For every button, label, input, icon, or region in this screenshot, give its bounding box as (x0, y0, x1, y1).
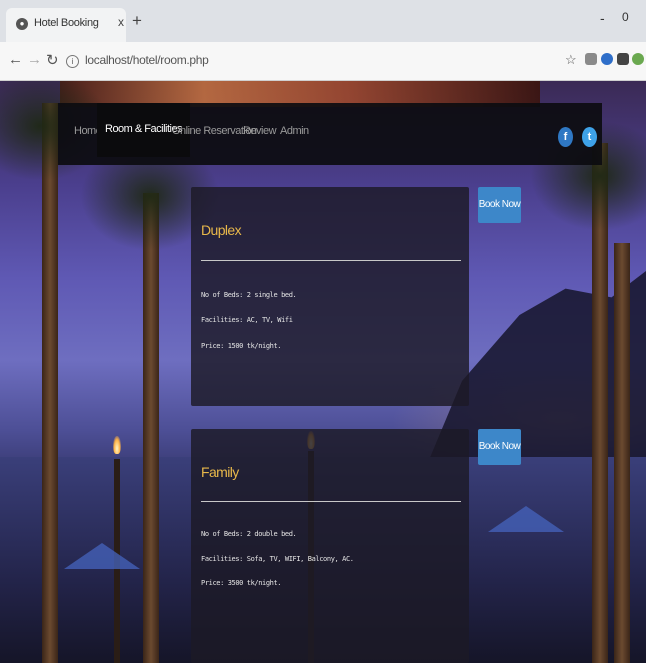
info-icon[interactable]: i (66, 55, 79, 68)
facebook-icon[interactable]: f (558, 127, 573, 147)
divider (201, 501, 461, 502)
nav-admin[interactable]: Admin (280, 125, 309, 137)
room-beds: No of Beds: 2 single bed. (201, 291, 297, 299)
room-price: Price: 1500 tk/night. (201, 342, 282, 350)
palm-trunk (42, 103, 58, 663)
room-facilities: Facilities: Sofa, TV, WIFI, Balcony, AC. (201, 555, 354, 563)
browser-tab[interactable]: ● Hotel Booking x (6, 8, 126, 42)
tab-close-button[interactable]: x (118, 15, 124, 29)
room-facilities: Facilities: AC, TV, Wifi (201, 316, 293, 324)
nav-review[interactable]: Review (243, 125, 277, 137)
torch-flame (113, 436, 121, 454)
url-field[interactable]: i localhost/hotel/room.php (66, 53, 209, 68)
puzzle-icon[interactable] (617, 53, 629, 65)
site-navbar: Home Room & Facilities Online Reservatio… (58, 103, 602, 165)
star-icon[interactable]: ☆ (565, 52, 577, 68)
url-text: localhost/hotel/room.php (85, 53, 209, 67)
forward-icon[interactable]: → (27, 51, 42, 68)
twitter-icon[interactable]: t (582, 127, 597, 147)
room-name: Duplex (201, 222, 242, 238)
room-card-duplex: Duplex No of Beds: 2 single bed. Facilit… (191, 187, 469, 406)
window-restore-button[interactable]: 0 (622, 10, 629, 24)
book-now-button[interactable]: Book Now (478, 187, 521, 223)
window-minimize-button[interactable]: - (600, 10, 605, 26)
room-price: Price: 3500 tk/night. (201, 579, 282, 587)
beach-umbrella (488, 506, 564, 532)
divider (201, 260, 461, 261)
browser-tab-strip: ● Hotel Booking x + - 0 (0, 0, 646, 42)
palm-trunk (614, 243, 630, 663)
room-card-family: Family No of Beds: 2 double bed. Facilit… (191, 429, 469, 663)
beach-umbrella (64, 543, 140, 569)
reload-icon[interactable]: ↻ (46, 51, 59, 69)
address-bar: ← → ↻ i localhost/hotel/room.php ☆ (0, 42, 646, 81)
palm-trunk (143, 193, 159, 663)
book-now-button[interactable]: Book Now (478, 429, 521, 465)
new-tab-button[interactable]: + (132, 11, 142, 31)
profile-icon[interactable] (632, 53, 644, 65)
extension-icon[interactable] (585, 53, 597, 65)
tab-title: Hotel Booking (34, 17, 99, 29)
room-name: Family (201, 464, 239, 480)
extension-icon[interactable] (601, 53, 613, 65)
back-icon[interactable]: ← (8, 51, 23, 68)
room-beds: No of Beds: 2 double bed. (201, 530, 297, 538)
page-background: Home Room & Facilities Online Reservatio… (0, 81, 646, 663)
globe-icon: ● (16, 18, 28, 30)
